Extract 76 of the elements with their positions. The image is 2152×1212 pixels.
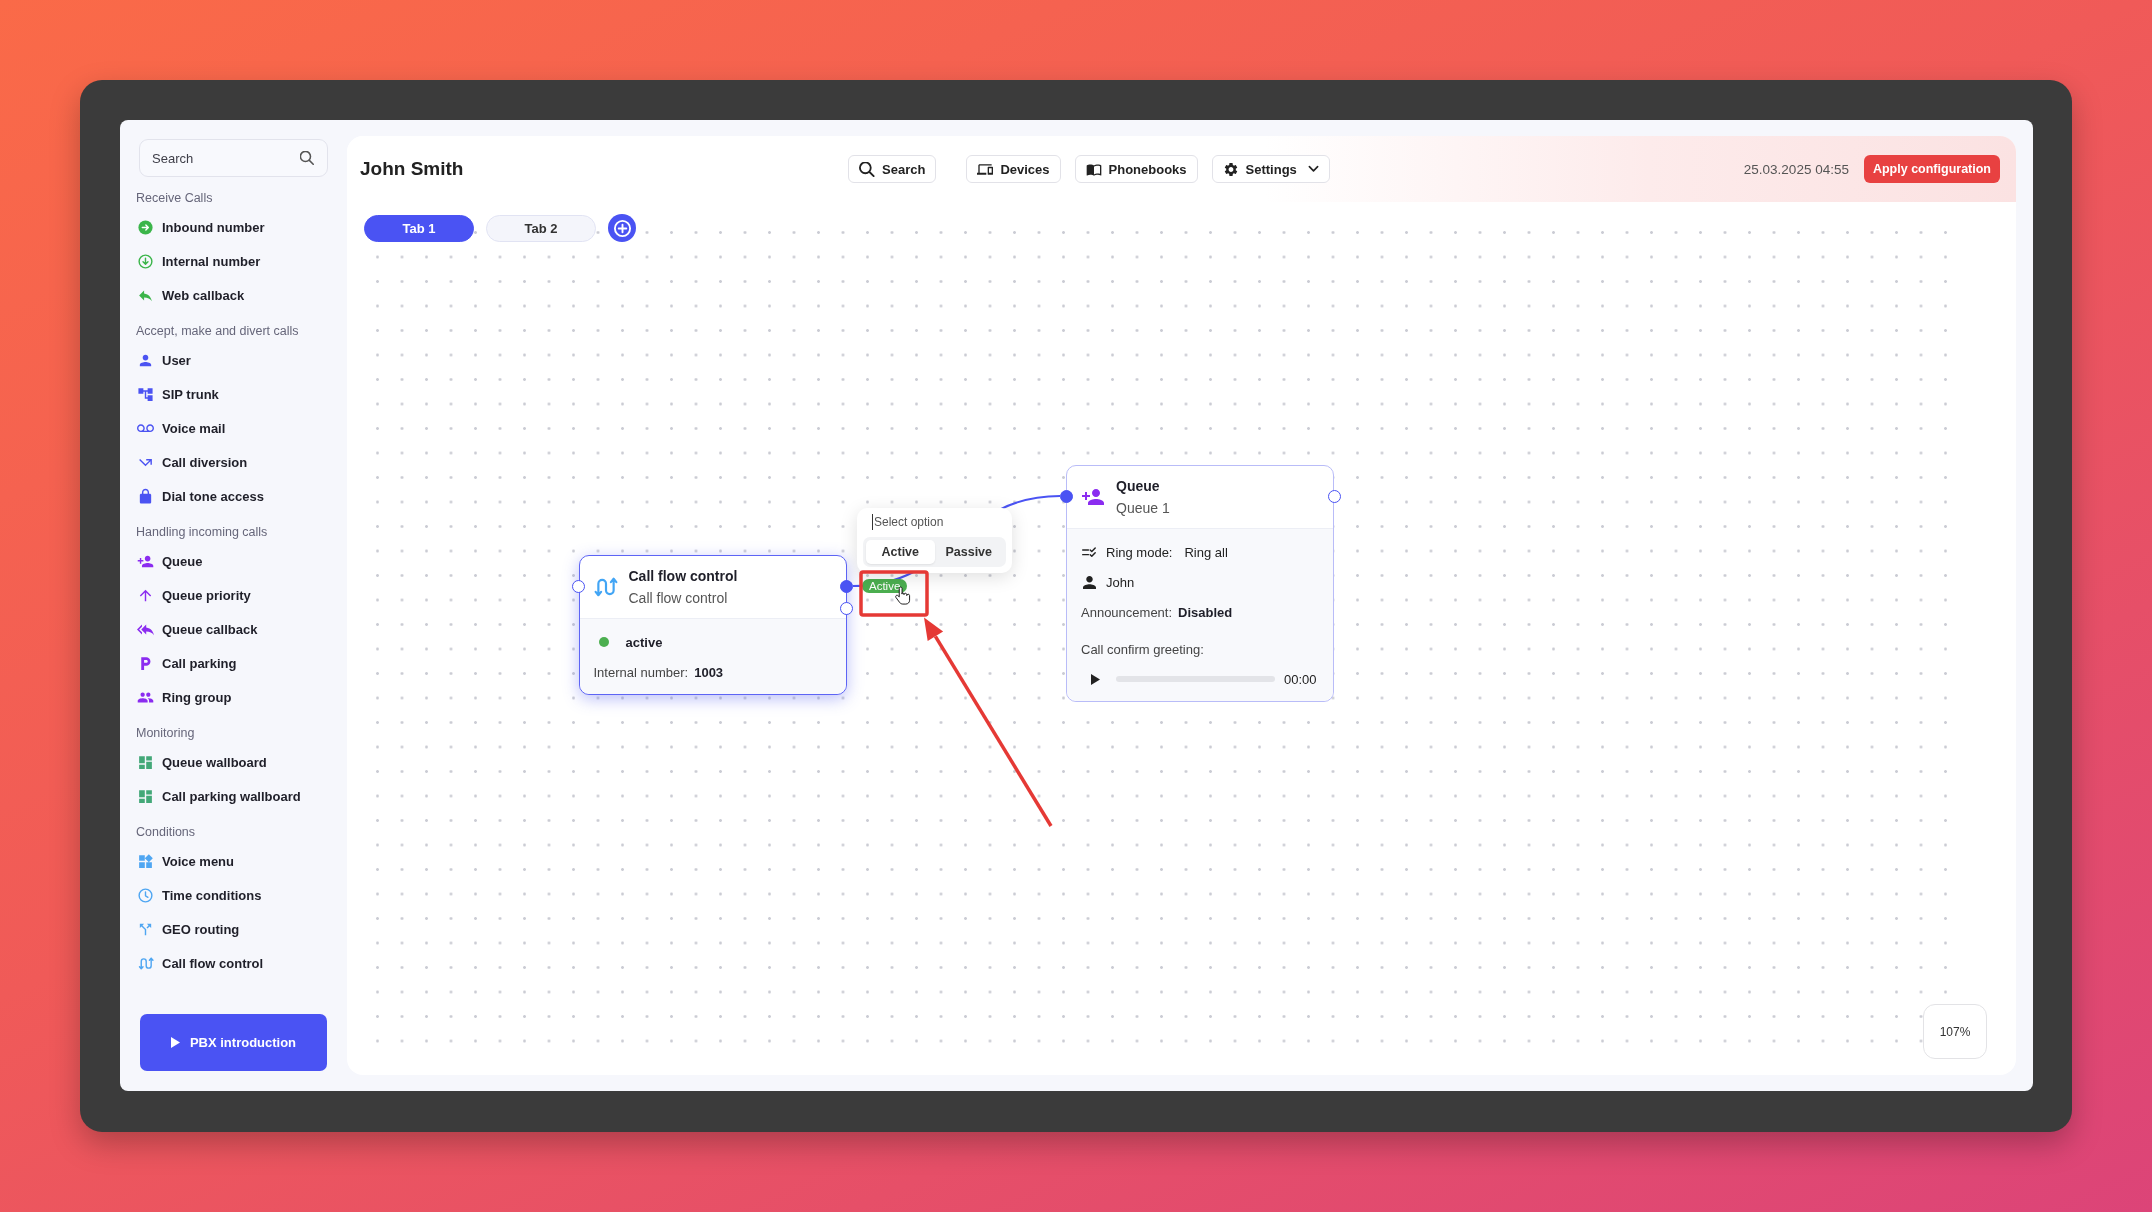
- section-heading: Receive Calls: [135, 190, 214, 207]
- sidebar-item[interactable]: Call flow control: [120, 946, 347, 980]
- hierarchy-icon: [137, 385, 154, 403]
- node-subtitle: Queue 1: [1116, 498, 1170, 518]
- highlight-rectangle: [859, 570, 929, 617]
- settings-icon: [1222, 161, 1239, 177]
- field-value: Ring all: [1184, 544, 1228, 560]
- arrow-circle-icon: [137, 218, 154, 236]
- datetime-label: 25.03.2025 04:55: [1743, 161, 1849, 177]
- toolbar-button[interactable]: Phonebooks: [1074, 155, 1198, 183]
- intro-button[interactable]: PBX introduction: [140, 1014, 327, 1071]
- sidebar-item[interactable]: User: [120, 343, 347, 377]
- search-field[interactable]: Search: [139, 139, 328, 177]
- field-value: 1003: [694, 664, 724, 680]
- section-heading: Conditions: [135, 824, 197, 841]
- search-icon: [300, 151, 314, 165]
- dashboard-icon: [137, 753, 154, 771]
- search-icon: [859, 161, 875, 177]
- zoom-indicator: 107%: [1923, 1004, 1987, 1059]
- field-label: Internal number:: [593, 664, 689, 680]
- section-heading: Handling incoming calls: [135, 524, 269, 541]
- sidebar-item[interactable]: Time conditions: [120, 878, 347, 912]
- swap-arrows-icon: [593, 577, 618, 597]
- tab[interactable]: Tab 1: [364, 214, 474, 242]
- field-label: Ring mode:: [1106, 544, 1173, 560]
- widgets-icon: [137, 852, 154, 870]
- toolbar-button[interactable]: Settings: [1211, 155, 1330, 183]
- flow-node[interactable]: Call flow control Call flow control active Internal number: 1003: [578, 555, 847, 695]
- status-text: active: [625, 634, 663, 650]
- sidebar-item[interactable]: Call parking wallboard: [120, 779, 347, 813]
- audio-time: 00:00: [1284, 671, 1317, 687]
- sidebar-item[interactable]: Queue callback: [120, 612, 347, 646]
- person-icon: [1082, 575, 1097, 589]
- field-heading: Call confirm greeting:: [1081, 641, 1204, 657]
- apply-button[interactable]: Apply configuration: [1863, 155, 2000, 183]
- sidebar-item[interactable]: Queue priority: [120, 578, 347, 612]
- chevron-down-icon: [1307, 165, 1319, 173]
- person-add-icon: [1081, 487, 1105, 507]
- checklist-icon: [1082, 545, 1097, 559]
- toolbar-button[interactable]: Devices: [966, 155, 1061, 183]
- node-subtitle: Call flow control: [628, 588, 729, 608]
- sidebar-item[interactable]: Call diversion: [120, 445, 347, 479]
- sidebar-item[interactable]: GEO routing: [120, 912, 347, 946]
- sidebar-item[interactable]: Voice mail: [120, 411, 347, 445]
- sidebar-item[interactable]: Dial tone access: [120, 479, 347, 513]
- sidebar-item[interactable]: Web callback: [120, 278, 347, 312]
- option-tab[interactable]: Passive: [934, 540, 1003, 564]
- field-label: Announcement:: [1081, 604, 1173, 620]
- sidebar-item[interactable]: Internal number: [120, 244, 347, 278]
- member-name: John: [1106, 574, 1135, 590]
- section-heading: Accept, make and divert calls: [135, 323, 300, 340]
- section-heading: Monitoring: [135, 725, 196, 742]
- sidebar-item[interactable]: Call parking: [120, 646, 347, 680]
- option-input[interactable]: Select option: [872, 514, 994, 530]
- sidebar-item[interactable]: Inbound number: [120, 210, 347, 244]
- flow-node[interactable]: Queue Queue 1 Ring mode: Ring all John Announcement: Disabled Call confirm greeting: 00:00: [1066, 465, 1334, 702]
- plus-circle-icon: [612, 218, 632, 238]
- dashboard-icon: [137, 787, 154, 805]
- clock-icon: [137, 886, 154, 904]
- play-icon: [170, 1037, 180, 1048]
- option-tab[interactable]: Active: [866, 540, 935, 564]
- lock-icon: [137, 487, 154, 505]
- node-title: Queue: [1116, 476, 1161, 496]
- page-title: John Smith: [360, 158, 464, 179]
- sidebar-item[interactable]: SIP trunk: [120, 377, 347, 411]
- node-title: Call flow control: [628, 566, 738, 586]
- field-value: Disabled: [1178, 604, 1233, 620]
- toolbar-button[interactable]: Search: [848, 155, 937, 183]
- sidebar-item[interactable]: Ring group: [120, 680, 347, 714]
- tab[interactable]: Tab 2: [486, 214, 596, 242]
- sidebar-item[interactable]: Voice menu: [120, 844, 347, 878]
- devices-icon: [977, 161, 994, 177]
- play-icon[interactable]: [1091, 673, 1100, 685]
- add-tab-button[interactable]: [608, 214, 636, 242]
- sidebar-item[interactable]: Queue wallboard: [120, 745, 347, 779]
- sidebar-item[interactable]: Queue: [120, 544, 347, 578]
